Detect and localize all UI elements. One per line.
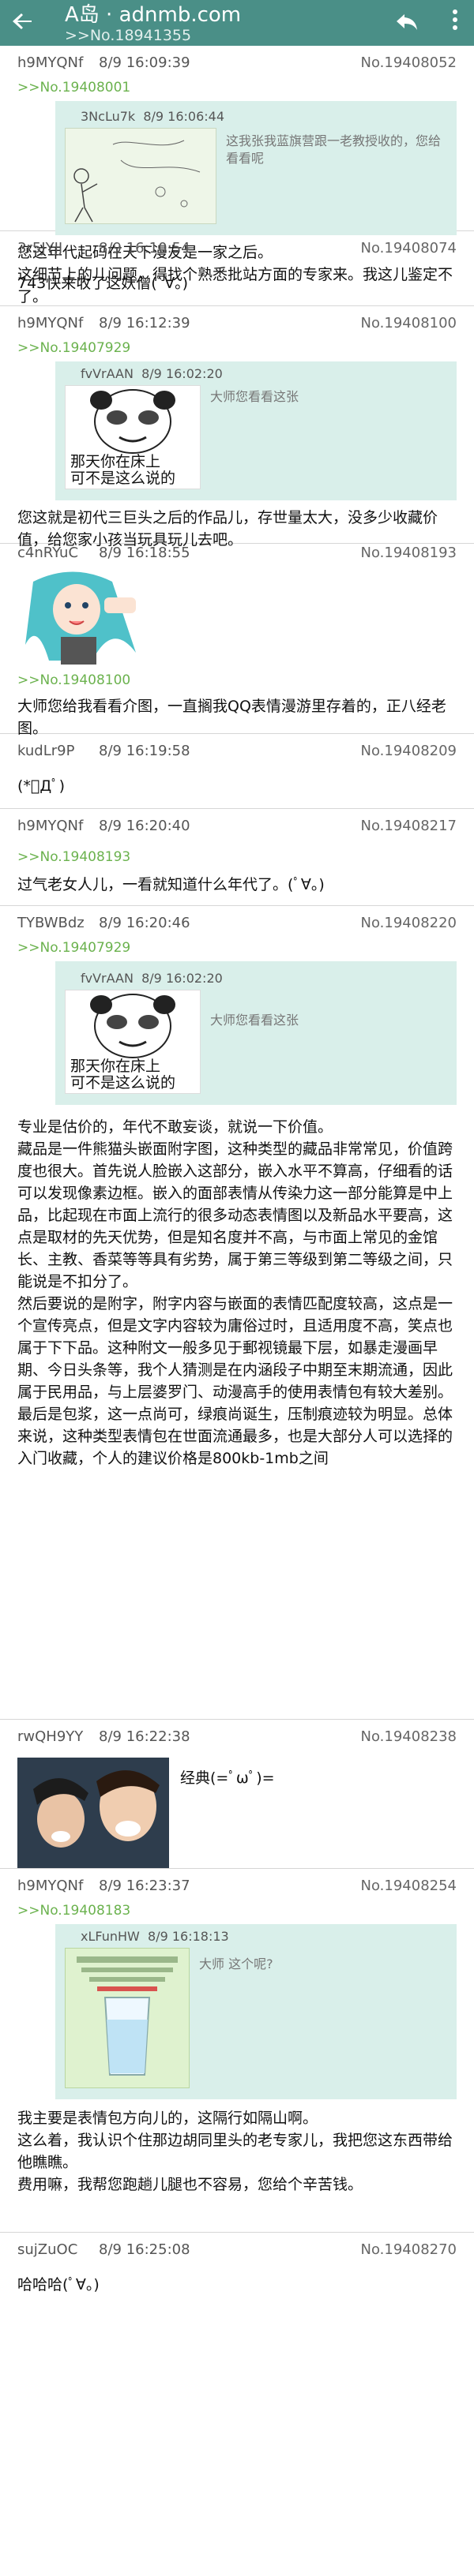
panda-meme-image[interactable]: 那天你在床上 可不是这么说的 <box>65 990 201 1094</box>
post-item: TYBWBdz 8/9 16:20:46 No.19408220 >>No.1940… <box>0 906 474 1720</box>
post-number[interactable]: No.19408193 <box>361 544 457 563</box>
post-item: rwQH9YY 8/9 16:22:38 No.19408238 经典(=ﾟωﾟ)= <box>0 1720 474 1869</box>
post-content: 专业是估价的，年代不敢妄谈，就说一下价值。 藏品是一件熊猫头嵌面附字图，这种类型… <box>17 1116 457 1470</box>
post-item: kudLr9P 8/9 16:19:58 No.19408209 (*ﾟДﾟ) <box>0 734 474 809</box>
post-line: (*ﾟДﾟ) <box>17 777 66 795</box>
quote-text: 大师 这个呢? <box>199 1956 273 1971</box>
post-item: 3r5JYJJ 8/9 16:10:54 No.19408074 743快来收了这妖… <box>0 231 474 306</box>
thread-number[interactable]: >>No.18941355 <box>65 27 241 44</box>
post-line: 专业是估价的，年代不敢妄谈，就说一下价值。 <box>17 1118 333 1136</box>
quote-text: 这我张我蓝旗营跟一老教授收的，您给看看呢 <box>226 133 442 166</box>
post-number[interactable]: No.19408270 <box>361 2241 457 2260</box>
post-number[interactable]: No.19408052 <box>361 54 457 73</box>
quote-sketch-image[interactable] <box>65 128 216 224</box>
post-line: 哈哈哈(ﾟ∀。) <box>17 2276 100 2293</box>
post-user[interactable]: h9MYQNf <box>17 314 83 333</box>
post-time: 8/9 16:23:37 <box>99 1878 190 1894</box>
post-line: 最后是包浆，这一点尚可，绿痕尚诞生，压制痕迹较为明显。总体来说，这种类型表情包在… <box>17 1406 453 1467</box>
app-title: A岛 · adnmb.com <box>65 3 242 27</box>
post-number[interactable]: No.19408209 <box>361 742 457 761</box>
post-time: 8/9 16:10:54 <box>99 240 190 256</box>
quote-block[interactable]: xLFunHW 8/9 16:18:13 大师 这个呢? <box>55 1924 457 2099</box>
panda-meme-image[interactable]: 那天你在床上 可不是这么说的 <box>65 385 201 489</box>
quote-user: fvVrAAN <box>81 971 134 986</box>
quote-time: 8/9 16:02:20 <box>141 366 223 381</box>
post-user[interactable]: 3r5JYJJ <box>17 239 62 258</box>
post-time: 8/9 16:09:39 <box>99 54 190 71</box>
post-line: 我主要是表情包方向儿的，这隔行如隔山啊。 <box>17 2110 318 2127</box>
post-number[interactable]: No.19408254 <box>361 1877 457 1896</box>
photo-image[interactable] <box>17 1758 169 1868</box>
post-line: 这么着，我认识个住那边胡同里头的老专家儿，我把您这东西带给他瞧瞧。 <box>17 2132 453 2171</box>
post-content: (*ﾟДﾟ) <box>17 775 457 797</box>
post-user[interactable]: h9MYQNf <box>17 817 83 836</box>
post-user[interactable]: rwQH9YY <box>17 1728 83 1747</box>
post-time: 8/9 16:18:55 <box>99 545 190 561</box>
post-reference-link[interactable]: >>No.19408193 <box>17 848 457 866</box>
post-item: h9MYQNf 8/9 16:09:39 No.19408052 >>No.1940… <box>0 46 474 305</box>
post-user[interactable]: h9MYQNf <box>17 54 83 73</box>
post-time: 8/9 16:19:58 <box>99 743 190 759</box>
water-glass-meme-image[interactable] <box>65 1948 190 2088</box>
post-line: 经典(=ﾟωﾟ)= <box>180 1769 275 1787</box>
post-time: 8/9 16:12:39 <box>99 315 190 331</box>
post-reference-link[interactable]: >>No.19408001 <box>17 79 457 96</box>
quote-time: 8/9 16:06:44 <box>143 109 225 124</box>
post-item: h9MYQNf 8/9 16:23:37 No.19408254 >>No.1940… <box>0 1869 474 2233</box>
post-content: 大师您给我看看介图，一直搁我QQ表情漫游里存着的，正八经老图。 <box>17 695 457 739</box>
anime-girl-image[interactable] <box>17 566 150 668</box>
quote-text: 大师您看看这张 <box>210 1013 299 1028</box>
quote-block[interactable]: fvVrAAN 8/9 16:02:20 那天你在床上 可不是这么说的 大师您看… <box>55 961 457 1105</box>
post-content: 经典(=ﾟωﾟ)= <box>169 1767 275 1789</box>
post-item: h9MYQNf 8/9 16:12:39 No.19408100 >>No.1940… <box>0 306 474 549</box>
post-time: 8/9 16:25:08 <box>99 2241 190 2258</box>
post-reference-link[interactable]: >>No.19407929 <box>17 339 457 357</box>
post-user[interactable]: sujZuOC <box>17 2241 77 2260</box>
post-user[interactable]: TYBWBdz <box>17 914 85 933</box>
meme-caption-line: 那天你在床上 <box>70 453 161 470</box>
post-content: 我主要是表情包方向儿的，这隔行如隔山啊。 这么着，我认识个住那边胡同里头的老专家… <box>17 2107 457 2196</box>
post-user[interactable]: h9MYQNf <box>17 1877 83 1896</box>
post-line: 743快来收了这妖僧(ﾟ∀。) <box>17 275 189 292</box>
reply-icon[interactable] <box>393 8 420 35</box>
post-line: 然后要说的是附字，附字内容与嵌面的表情匹配度较高，这点是一个宣传亮点，但是文字内… <box>17 1295 453 1401</box>
post-number[interactable]: No.19408074 <box>361 239 457 258</box>
post-number[interactable]: No.19408217 <box>361 817 457 836</box>
post-reference-link[interactable]: >>No.19408183 <box>17 1902 457 1919</box>
app-bar: A岛 · adnmb.com >>No.18941355 <box>0 0 474 46</box>
post-line: 过气老女人儿，一看就知道什么年代了。(ﾟ∀。) <box>17 876 325 893</box>
more-menu-icon[interactable] <box>447 8 463 35</box>
quote-user: fvVrAAN <box>81 366 134 381</box>
post-item: h9MYQNf 8/9 16:20:40 No.19408217 >>No.1940… <box>0 809 474 906</box>
post-reference-link[interactable]: >>No.19408100 <box>17 672 457 689</box>
quote-time: 8/9 16:18:13 <box>148 1929 229 1944</box>
post-content: 743快来收了这妖僧(ﾟ∀。) <box>17 272 457 294</box>
post-line: 藏品是一件熊猫头嵌面附字图，这种类型的藏品非常常见，价值跨度也很大。首先说人脸嵌… <box>17 1140 453 1290</box>
meme-caption-line: 那天你在床上 <box>70 1058 161 1075</box>
post-content: 哈哈哈(ﾟ∀。) <box>17 2274 457 2296</box>
post-time: 8/9 16:22:38 <box>99 1728 190 1745</box>
post-user[interactable]: c4nRYuC <box>17 544 78 563</box>
post-time: 8/9 16:20:46 <box>99 915 190 931</box>
post-time: 8/9 16:20:40 <box>99 818 190 834</box>
post-line: 费用嘛，我帮您跑趟儿腿也不容易，您给个辛苦钱。 <box>17 2176 363 2193</box>
post-number[interactable]: No.19408238 <box>361 1728 457 1747</box>
post-user[interactable]: kudLr9P <box>17 742 74 761</box>
quote-user: 3NcLu7k <box>81 109 136 124</box>
quote-block[interactable]: fvVrAAN 8/9 16:02:20 那天你在床上 可不是这么说的 大师您看… <box>55 361 457 500</box>
post-line: 大师您给我看看介图，一直搁我QQ表情漫游里存着的，正八经老图。 <box>17 698 446 737</box>
post-number[interactable]: No.19408220 <box>361 914 457 933</box>
back-arrow-icon[interactable] <box>11 9 35 33</box>
post-item: sujZuOC 8/9 16:25:08 No.19408270 哈哈哈(ﾟ∀。) <box>0 2233 474 2329</box>
quote-time: 8/9 16:02:20 <box>141 971 223 986</box>
post-item: c4nRYuC 8/9 16:18:55 No.19408193 >>No.1940… <box>0 536 474 737</box>
post-content: 过气老女人儿，一看就知道什么年代了。(ﾟ∀。) <box>17 874 457 896</box>
quote-user: xLFunHW <box>81 1929 140 1944</box>
quote-block[interactable]: 3NcLu7k 8/9 16:06:44 这我张我蓝旗营跟一老教授收的，您给看看… <box>55 101 457 235</box>
quote-text: 大师您看看这张 <box>210 389 299 404</box>
post-reference-link[interactable]: >>No.19407929 <box>17 939 457 957</box>
meme-caption-line: 可不是这么说的 <box>70 470 176 487</box>
meme-caption-line: 可不是这么说的 <box>70 1074 176 1091</box>
post-number[interactable]: No.19408100 <box>361 314 457 333</box>
